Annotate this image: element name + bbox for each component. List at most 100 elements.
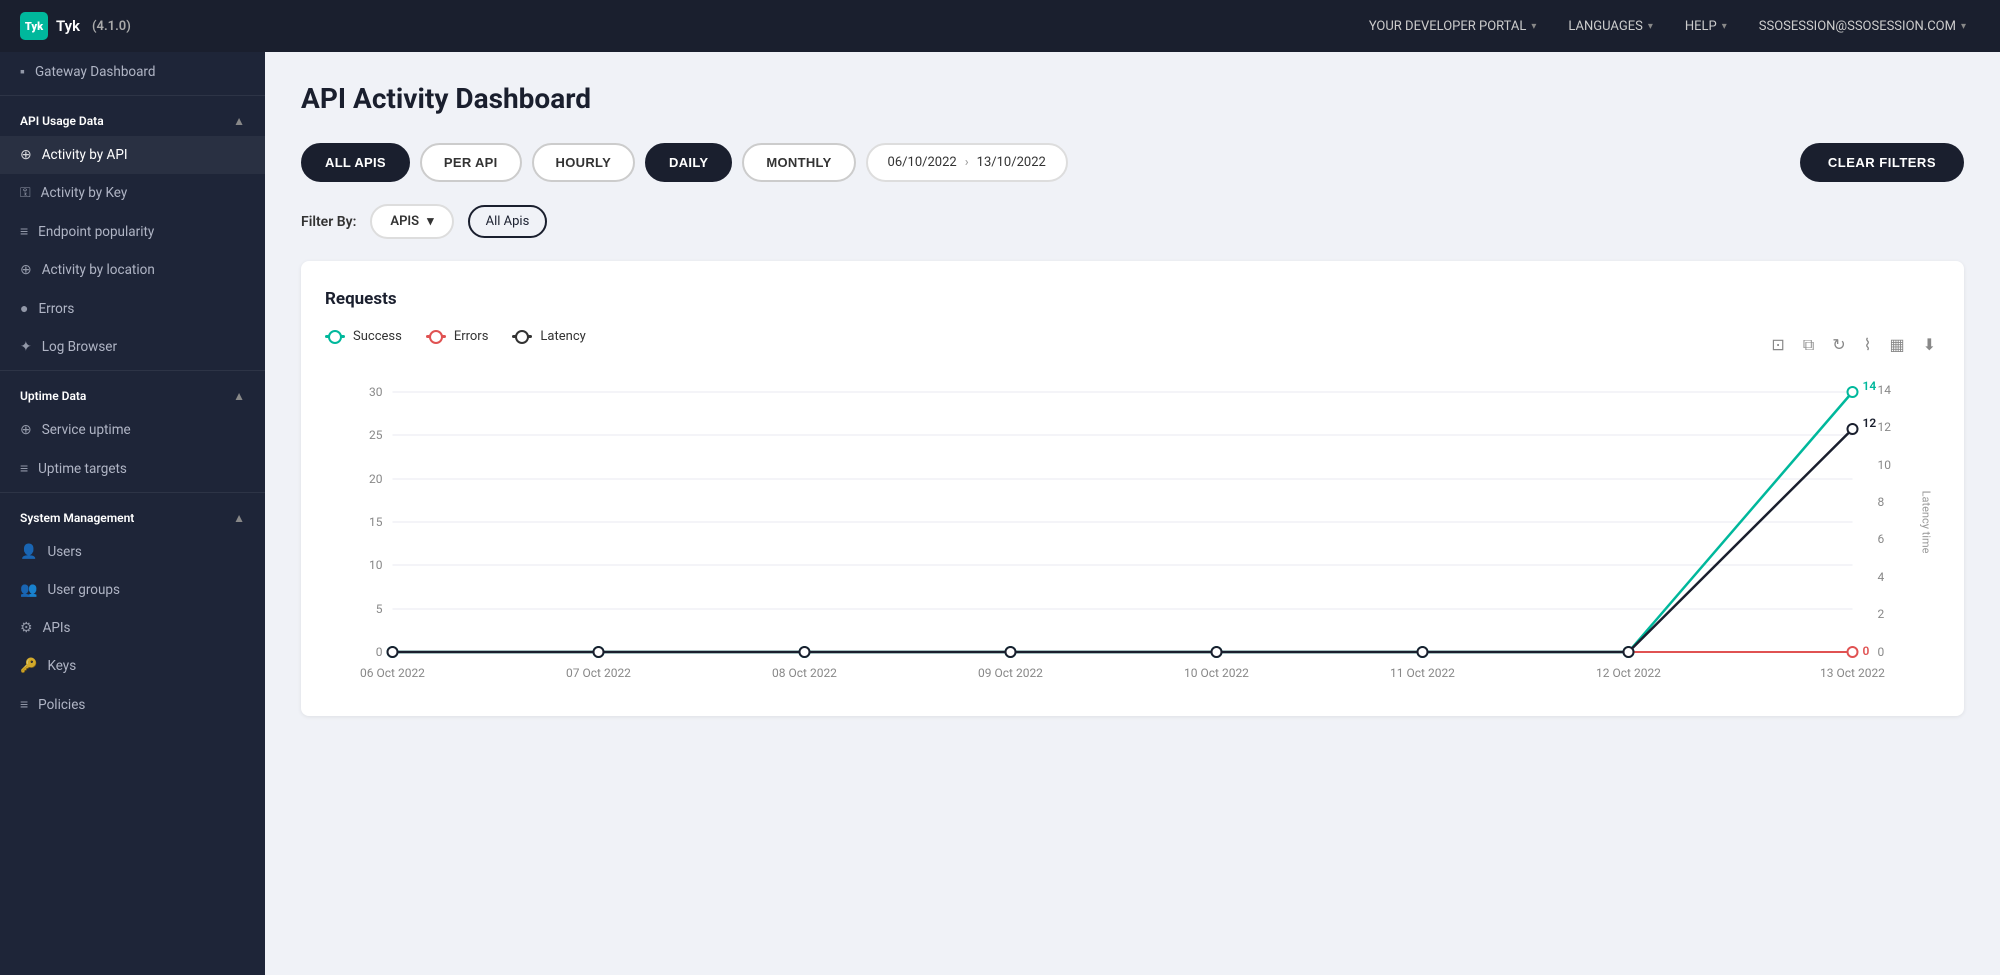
monthly-button[interactable]: MONTHLY (742, 143, 855, 182)
errors-icon: ● (20, 300, 28, 317)
svg-text:5: 5 (376, 602, 383, 616)
chevron-down-icon: ▾ (1648, 21, 1653, 32)
app-logo: Tyk Tyk (4.1.0) (20, 12, 131, 40)
legend-latency: Latency (512, 329, 585, 344)
sidebar-item-activity-by-location[interactable]: ⊕ Activity by location (0, 251, 265, 289)
sidebar-item-log-browser[interactable]: ✦ Log Browser (0, 328, 265, 366)
languages-link[interactable]: LANGUAGES ▾ (1554, 13, 1666, 40)
date-range-picker[interactable]: 06/10/2022 › 13/10/2022 (866, 143, 1068, 182)
topnav-links: YOUR DEVELOPER PORTAL ▾ LANGUAGES ▾ HELP… (1355, 13, 1980, 40)
keys-icon: 🔑 (20, 658, 37, 674)
targets-icon: ≡ (20, 460, 28, 477)
svg-text:20: 20 (369, 472, 383, 486)
user-groups-icon: 👥 (20, 582, 37, 598)
svg-text:15: 15 (369, 515, 383, 529)
user-icon: 👤 (20, 544, 37, 560)
chevron-up-icon[interactable]: ▲ (233, 114, 245, 128)
sidebar-item-activity-by-key[interactable]: ⚿ Activity by Key (0, 174, 265, 212)
svg-text:0: 0 (1878, 645, 1885, 659)
svg-text:12: 12 (1878, 420, 1892, 434)
svg-text:25: 25 (369, 428, 383, 442)
chart-toolbar: ⊡ ⧉ ↻ ⌇ ▦ ⬇ (1767, 331, 1940, 359)
svg-text:08 Oct 2022: 08 Oct 2022 (772, 666, 837, 680)
sidebar-item-activity-by-api[interactable]: ⊕ Activity by API (0, 136, 265, 174)
sidebar-item-errors[interactable]: ● Errors (0, 289, 265, 328)
date-range-arrow-icon: › (965, 155, 969, 170)
svg-text:10 Oct 2022: 10 Oct 2022 (1184, 666, 1249, 680)
filter-bar: ALL APIS PER API HOURLY DAILY MONTHLY 06… (301, 143, 1964, 182)
app-name: Tyk (56, 17, 80, 35)
help-link[interactable]: HELP ▾ (1671, 13, 1741, 40)
sidebar-item-policies[interactable]: ≡ Policies (0, 685, 265, 724)
user-menu[interactable]: SSOSESSION@SSOSESSION.COM ▾ (1745, 13, 1980, 40)
latency-line-indicator (512, 335, 532, 338)
chart-legend-row: Success Errors Latency ⊡ ⧉ ↻ ⌇ (325, 329, 1940, 360)
daily-button[interactable]: DAILY (645, 143, 732, 182)
legend-errors: Errors (426, 329, 489, 344)
line-chart-icon[interactable]: ⌇ (1860, 331, 1876, 358)
sidebar-section-api-usage: API Usage Data ▲ (0, 100, 265, 136)
legend-errors-label: Errors (454, 329, 489, 344)
page-title: API Activity Dashboard (301, 82, 1964, 115)
sidebar-item-service-uptime[interactable]: ⊕ Service uptime (0, 411, 265, 449)
legend-success: Success (325, 329, 402, 344)
sidebar-item-gateway-dashboard[interactable]: ▪ Gateway Dashboard (0, 52, 265, 91)
log-icon: ✦ (20, 339, 32, 355)
activity-api-icon: ⊕ (20, 147, 32, 163)
tyk-icon: Tyk (20, 12, 48, 40)
svg-text:09 Oct 2022: 09 Oct 2022 (978, 666, 1043, 680)
all-apis-button[interactable]: ALL APIS (301, 143, 410, 182)
sidebar-item-apis[interactable]: ⚙ APIs (0, 609, 265, 647)
chevron-up-icon[interactable]: ▲ (233, 511, 245, 525)
legend-latency-label: Latency (540, 329, 585, 344)
requests-chart: 0 5 10 15 20 25 30 0 2 4 6 8 10 12 14 (325, 372, 1940, 692)
sidebar: ▪ Gateway Dashboard API Usage Data ▲ ⊕ A… (0, 52, 265, 975)
svg-text:6: 6 (1878, 532, 1885, 546)
hourly-button[interactable]: HOURLY (532, 143, 636, 182)
svg-text:4: 4 (1878, 570, 1885, 584)
filter-by-label: Filter By: (301, 214, 356, 230)
refresh-icon[interactable]: ↻ (1828, 331, 1849, 358)
clear-filters-button[interactable]: CLEAR FILTERS (1800, 143, 1964, 182)
sidebar-item-endpoint-popularity[interactable]: ≡ Endpoint popularity (0, 212, 265, 251)
popularity-icon: ≡ (20, 223, 28, 240)
chevron-up-icon[interactable]: ▲ (233, 389, 245, 403)
requests-chart-section: Requests Success Errors Latency (301, 261, 1964, 716)
sidebar-item-users[interactable]: 👤 Users (0, 533, 265, 571)
svg-text:14: 14 (1863, 379, 1877, 393)
apis-icon: ⚙ (20, 620, 33, 636)
date-from: 06/10/2022 (888, 155, 957, 170)
per-api-button[interactable]: PER API (420, 143, 522, 182)
svg-text:8: 8 (1878, 495, 1885, 509)
chevron-down-icon: ▾ (1722, 21, 1727, 32)
chevron-down-icon: ▾ (1531, 21, 1536, 32)
svg-text:0: 0 (1863, 644, 1870, 658)
download-icon[interactable]: ⬇ (1919, 331, 1940, 358)
copy-icon[interactable]: ⧉ (1799, 331, 1818, 359)
chart-title: Requests (325, 289, 1940, 309)
location-icon: ⊕ (20, 262, 32, 278)
bar-chart-icon[interactable]: ▦ (1885, 331, 1908, 358)
developer-portal-link[interactable]: YOUR DEVELOPER PORTAL ▾ (1355, 13, 1551, 40)
crop-icon[interactable]: ⊡ (1767, 331, 1788, 358)
main-content: API Activity Dashboard ALL APIS PER API … (265, 52, 2000, 975)
legend-success-label: Success (353, 329, 402, 344)
chevron-down-icon: ▾ (1961, 21, 1966, 32)
sidebar-item-keys[interactable]: 🔑 Keys (0, 647, 265, 685)
filter-by-row: Filter By: APIS ▾ All Apis (301, 204, 1964, 239)
sidebar-divider (0, 370, 265, 371)
all-apis-tag[interactable]: All Apis (468, 205, 548, 238)
svg-text:07 Oct 2022: 07 Oct 2022 (566, 666, 631, 680)
top-navigation: Tyk Tyk (4.1.0) YOUR DEVELOPER PORTAL ▾ … (0, 0, 2000, 52)
svg-text:0: 0 (376, 645, 383, 659)
chevron-down-icon: ▾ (427, 214, 434, 229)
monitor-icon: ▪ (20, 63, 25, 80)
sidebar-item-user-groups[interactable]: 👥 User groups (0, 571, 265, 609)
app-version: (4.1.0) (92, 19, 131, 34)
sidebar-divider (0, 492, 265, 493)
svg-text:11 Oct 2022: 11 Oct 2022 (1390, 666, 1455, 680)
apis-dropdown[interactable]: APIS ▾ (370, 204, 453, 239)
svg-text:13 Oct 2022: 13 Oct 2022 (1820, 666, 1885, 680)
svg-text:14: 14 (1878, 383, 1892, 397)
sidebar-item-uptime-targets[interactable]: ≡ Uptime targets (0, 449, 265, 488)
